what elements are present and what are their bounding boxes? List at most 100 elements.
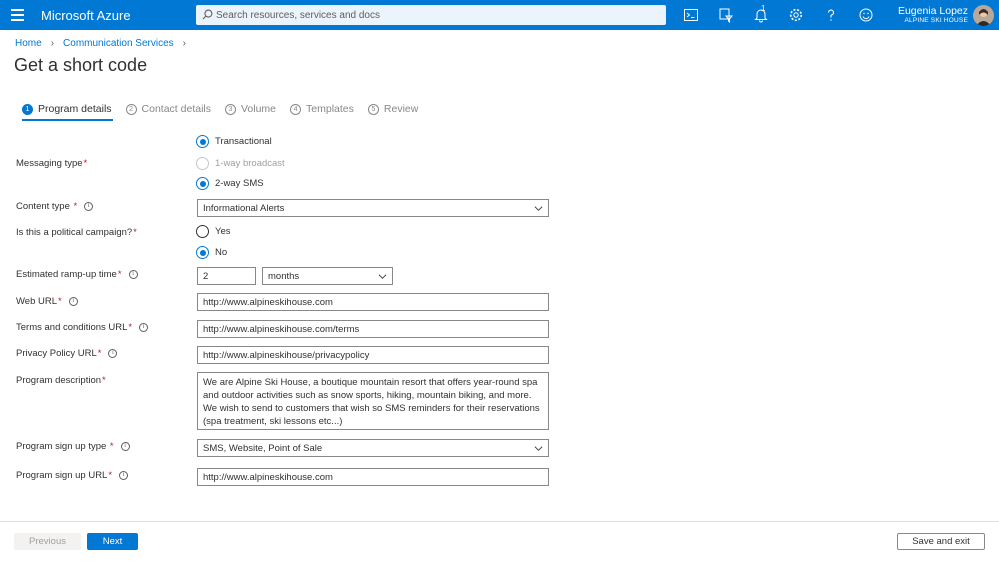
signup-url-field[interactable] bbox=[197, 468, 549, 486]
step-label: Templates bbox=[306, 103, 354, 115]
footer-divider bbox=[0, 521, 999, 522]
radio-button[interactable] bbox=[196, 177, 209, 190]
privacy-url-label: Privacy Policy URL * i bbox=[16, 348, 118, 359]
user-name[interactable]: Eugenia Lopez bbox=[898, 5, 968, 17]
step-templates[interactable]: 4 Templates bbox=[290, 102, 354, 116]
signup-type-dropdown[interactable]: SMS, Website, Point of Sale bbox=[197, 439, 549, 457]
web-url-label: Web URL * i bbox=[16, 296, 78, 307]
radio-1-way-broadcast: 1-way broadcast bbox=[196, 157, 285, 170]
chevron-right-icon: › bbox=[182, 38, 186, 49]
chevron-right-icon: › bbox=[50, 38, 55, 49]
label-text: Is this a political campaign? bbox=[16, 227, 133, 238]
program-description-textarea[interactable]: We are Alpine Ski House, a boutique moun… bbox=[197, 372, 549, 430]
step-number: 3 bbox=[225, 103, 236, 115]
radio-label: Transactional bbox=[215, 136, 272, 147]
save-and-exit-button[interactable]: Save and exit bbox=[897, 533, 985, 550]
radio-political-yes[interactable]: Yes bbox=[196, 225, 231, 238]
label-text: Estimated ramp-up time bbox=[16, 269, 117, 280]
program-description-label: Program description * bbox=[16, 375, 106, 386]
step-number: 5 bbox=[367, 103, 379, 115]
required-asterisk: * bbox=[107, 441, 114, 452]
dropdown-value: SMS, Website, Point of Sale bbox=[203, 442, 323, 454]
required-asterisk: * bbox=[133, 227, 137, 238]
label-text: Messaging type bbox=[16, 158, 83, 169]
privacy-url-input[interactable] bbox=[203, 349, 543, 361]
help-icon[interactable] bbox=[823, 7, 839, 23]
page-title: Get a short code bbox=[14, 55, 148, 75]
political-campaign-label: Is this a political campaign? * bbox=[16, 227, 137, 238]
radio-label: Yes bbox=[215, 226, 231, 237]
required-asterisk: * bbox=[117, 269, 122, 280]
terms-url-input[interactable] bbox=[203, 323, 543, 335]
privacy-url-field[interactable] bbox=[197, 346, 549, 364]
required-asterisk: * bbox=[128, 322, 133, 333]
web-url-input[interactable] bbox=[203, 296, 543, 308]
info-icon[interactable]: i bbox=[139, 323, 149, 332]
step-label: Volume bbox=[241, 103, 277, 115]
brand-title[interactable]: Microsoft Azure bbox=[41, 8, 131, 23]
ramp-up-unit-dropdown[interactable]: months bbox=[262, 267, 393, 285]
gear-icon[interactable] bbox=[788, 7, 804, 23]
info-icon[interactable]: i bbox=[68, 297, 78, 306]
radio-label: 2-way SMS bbox=[215, 178, 264, 189]
label-text: Program sign up type bbox=[16, 441, 107, 452]
top-bar: Microsoft Azure 1 Eugenia Lopez ALPINE S… bbox=[0, 0, 999, 30]
terms-url-field[interactable] bbox=[197, 320, 549, 338]
radio-transactional[interactable]: Transactional bbox=[196, 135, 272, 148]
dropdown-value: months bbox=[268, 270, 300, 282]
radio-label: 1-way broadcast bbox=[215, 158, 285, 169]
step-number: 1 bbox=[22, 103, 33, 115]
info-icon[interactable]: i bbox=[84, 202, 94, 211]
previous-button: Previous bbox=[14, 533, 81, 550]
breadcrumb-communication-services[interactable]: Communication Services bbox=[63, 38, 174, 49]
avatar[interactable] bbox=[973, 5, 994, 26]
signup-url-input[interactable] bbox=[203, 471, 543, 483]
label-text: Program sign up URL bbox=[16, 470, 108, 481]
content-type-label: Content type * i bbox=[16, 201, 94, 212]
feedback-icon[interactable] bbox=[858, 7, 874, 23]
directory-filter-icon[interactable] bbox=[718, 7, 734, 23]
user-org[interactable]: ALPINE SKI HOUSE bbox=[904, 17, 968, 24]
signup-type-label: Program sign up type * i bbox=[16, 441, 130, 452]
step-label: Contact details bbox=[141, 103, 211, 115]
ramp-up-label: Estimated ramp-up time * i bbox=[16, 269, 138, 280]
info-icon[interactable]: i bbox=[120, 442, 130, 451]
required-asterisk: * bbox=[83, 158, 88, 169]
chevron-down-icon bbox=[534, 446, 543, 451]
label-text: Web URL bbox=[16, 296, 58, 307]
step-review[interactable]: 5 Review bbox=[367, 102, 419, 116]
required-asterisk: * bbox=[108, 470, 113, 481]
search-box[interactable] bbox=[196, 5, 666, 25]
radio-button[interactable] bbox=[196, 135, 209, 148]
next-button[interactable]: Next bbox=[87, 533, 138, 550]
search-input[interactable] bbox=[216, 5, 656, 25]
chevron-down-icon bbox=[534, 206, 543, 211]
required-asterisk: * bbox=[102, 375, 106, 386]
radio-button[interactable] bbox=[196, 246, 209, 259]
cloud-shell-icon[interactable] bbox=[683, 7, 699, 23]
radio-2-way-sms[interactable]: 2-way SMS bbox=[196, 177, 264, 190]
radio-label: No bbox=[215, 247, 228, 258]
breadcrumb-home[interactable]: Home bbox=[15, 38, 42, 49]
step-volume[interactable]: 3 Volume bbox=[225, 102, 276, 116]
label-text: Terms and conditions URL bbox=[16, 322, 128, 333]
ramp-up-input[interactable] bbox=[203, 270, 250, 282]
menu-icon[interactable] bbox=[11, 9, 24, 21]
active-step-indicator bbox=[22, 119, 113, 121]
info-icon[interactable]: i bbox=[108, 349, 118, 358]
step-contact-details[interactable]: 2 Contact details bbox=[125, 102, 211, 116]
step-label: Review bbox=[383, 103, 419, 115]
content-type-dropdown[interactable]: Informational Alerts bbox=[197, 199, 549, 217]
terms-url-label: Terms and conditions URL * i bbox=[16, 322, 149, 333]
dropdown-value: Informational Alerts bbox=[203, 202, 285, 214]
wizard-steps: 1 Program details 2 Contact details 3 Vo… bbox=[22, 102, 432, 116]
step-program-details[interactable]: 1 Program details bbox=[22, 102, 112, 116]
info-icon[interactable]: i bbox=[119, 471, 129, 480]
radio-political-no[interactable]: No bbox=[196, 246, 227, 259]
info-icon[interactable]: i bbox=[128, 270, 138, 279]
breadcrumb: Home › Communication Services › bbox=[15, 38, 195, 49]
label-text: Program description bbox=[16, 375, 102, 386]
ramp-up-value-input[interactable] bbox=[197, 267, 256, 285]
radio-button[interactable] bbox=[196, 225, 209, 238]
web-url-field[interactable] bbox=[197, 293, 549, 311]
